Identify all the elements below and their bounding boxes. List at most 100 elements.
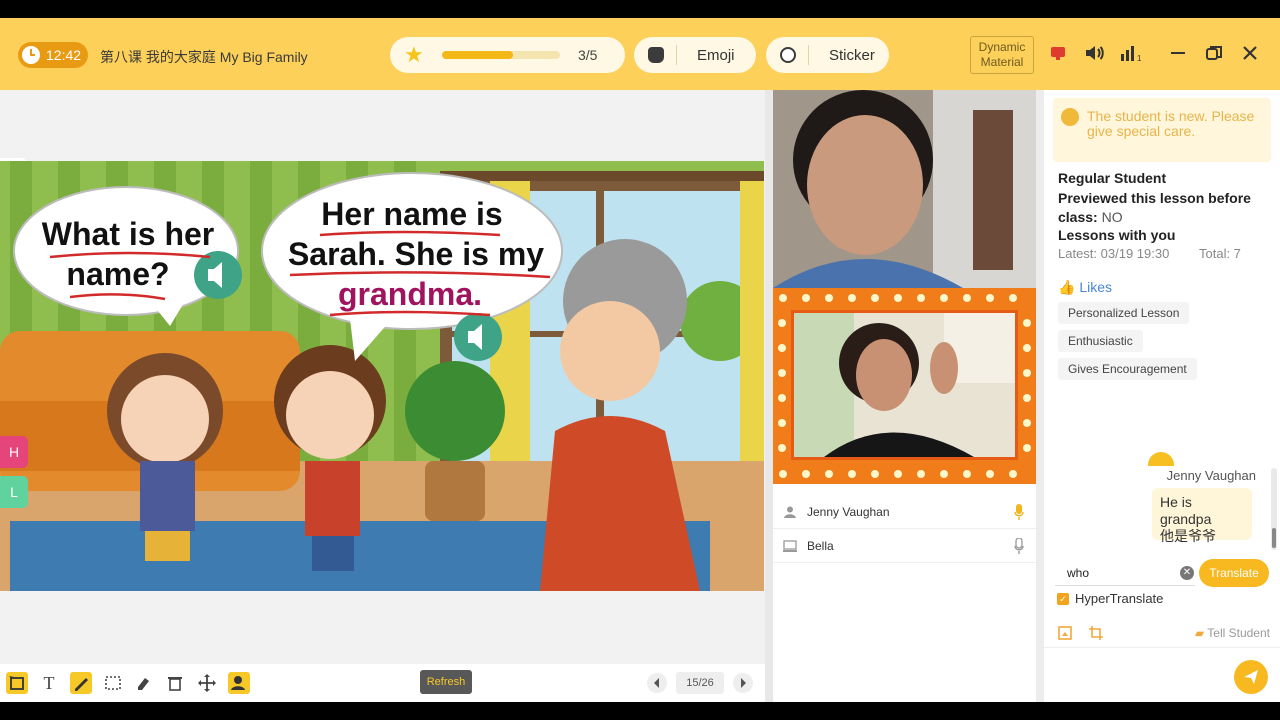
emoji-label: Emoji [697,46,735,64]
progress-count: 3/5 [578,47,598,63]
volume-icon[interactable] [1084,44,1104,64]
chat-tools: ▰ Tell Student [1044,618,1280,648]
tell-student-button[interactable]: ▰ Tell Student [1195,626,1270,640]
frame-dot [778,344,786,352]
image-add-icon[interactable] [1058,625,1074,641]
sticker-icon [780,47,796,63]
hypertranslate-checkbox[interactable]: ✓ HyperTranslate [1057,591,1163,606]
page-indicator[interactable]: 15/26 [676,672,724,694]
stage-divider [765,90,773,702]
sticker-button[interactable]: Sticker [766,37,889,73]
frame-dot [848,470,856,478]
select-tool-icon[interactable] [6,672,28,694]
previewed-label: Previewed this lesson before class: [1058,190,1251,225]
refresh-button[interactable]: Refresh [420,670,472,694]
latest-lesson: Latest: 03/19 19:30 [1058,246,1170,261]
mic-active-icon[interactable] [1014,504,1024,520]
chat-message: He is grandpa 他是爷爷 [1152,488,1252,544]
side-tab-h[interactable]: H [0,436,28,468]
like-tag: Enthusiastic [1058,330,1143,352]
previewed-value: NO [1101,209,1123,225]
lesson-slide: What is her name? Her name is Sarah. She… [0,161,764,591]
teacher-video [773,288,1036,484]
frame-dot [778,444,786,452]
likes-header: 👍 Likes [1058,279,1113,295]
frame-dot [1023,394,1031,402]
lesson-stage: TG [0,90,765,702]
participant-row[interactable]: Jenny Vaughan [773,495,1036,529]
panel-divider [1036,90,1044,702]
minimize-icon[interactable] [1168,44,1188,64]
authorize-student-icon[interactable] [228,672,250,694]
crop-icon[interactable] [1088,625,1104,641]
hypertranslate-label: HyperTranslate [1075,591,1164,606]
text-tool-icon[interactable]: T [38,672,60,694]
pen-tool-icon[interactable] [70,672,92,694]
frame-dot [963,294,971,302]
like-tag: Gives Encouragement [1058,358,1197,380]
notice-text: The student is new. Please give special … [1087,108,1255,139]
calendar-icon [1061,108,1079,126]
side-tab-l[interactable]: L [0,476,28,508]
prev-page-button[interactable] [646,672,668,694]
slide-illustration: What is her name? Her name is Sarah. She… [0,161,764,591]
chat-scrollbar-thumb[interactable] [1272,528,1276,548]
letterbox-top [0,0,1280,18]
trash-tool-icon[interactable] [164,672,186,694]
thumbs-up-icon: 👍 [1058,279,1076,295]
move-tool-icon[interactable] [196,672,218,694]
frame-dot [778,419,786,427]
record-icon[interactable] [1048,44,1068,64]
checkbox-checked-icon: ✓ [1057,592,1069,605]
eraser-tool-icon[interactable] [132,672,154,694]
frame-dot [1023,319,1031,327]
mic-icon[interactable] [1014,538,1024,554]
frame-dot [802,294,810,302]
sticker-label: Sticker [829,46,875,64]
frame-dot [778,394,786,402]
restore-icon[interactable] [1204,44,1224,64]
frame-dot [778,319,786,327]
dynamic-material-button[interactable]: Dynamic Material [970,36,1034,74]
send-icon [1244,670,1258,684]
star-progress: ★ 3/5 [390,37,625,73]
participant-name: Jenny Vaughan [807,504,890,519]
bubble-right-line1: Her name is [321,196,502,232]
student-device-icon [783,539,797,552]
emoji-icon [648,47,664,63]
student-type: Regular Student [1058,170,1167,186]
frame-dot [779,294,787,302]
message-icon: ▰ [1194,626,1205,640]
rectangle-tool-icon[interactable] [102,672,124,694]
lessons-label: Lessons with you [1058,227,1176,243]
frame-dot [894,470,902,478]
frame-dot [1023,344,1031,352]
lesson-timer: 12:42 [18,42,88,68]
like-tag: Personalized Lesson [1058,302,1190,324]
participant-name: Bella [807,538,834,553]
frame-dot [917,470,925,478]
frame-dot [1023,444,1031,452]
frame-dot [1009,294,1017,302]
frame-dot [986,470,994,478]
frame-dot [825,294,833,302]
frame-dot [848,294,856,302]
clear-input-icon[interactable]: ✕ [1180,566,1194,580]
drawing-toolbar: T Refresh 15/26 [0,664,765,702]
frame-dot [871,470,879,478]
classroom-app: 12:42 第八课 我的大家庭 My Big Family ★ 3/5 Emoj… [0,0,1280,720]
send-button[interactable] [1234,660,1268,694]
chat-sender: Jenny Vaughan [1166,468,1256,483]
translate-button[interactable]: Translate [1199,559,1269,587]
emoji-button[interactable]: Emoji [634,37,756,73]
lesson-title: 第八课 我的大家庭 My Big Family [100,49,308,65]
frame-dot [778,369,786,377]
info-panel: The student is new. Please give special … [1044,90,1280,702]
video-column: Jenny Vaughan Bella [773,90,1036,702]
close-icon[interactable] [1240,44,1260,64]
progress-track [442,51,560,59]
participant-row[interactable]: Bella [773,529,1036,563]
next-page-button[interactable] [732,672,754,694]
translate-input[interactable] [1055,560,1195,586]
timer-text: 12:42 [46,47,82,63]
